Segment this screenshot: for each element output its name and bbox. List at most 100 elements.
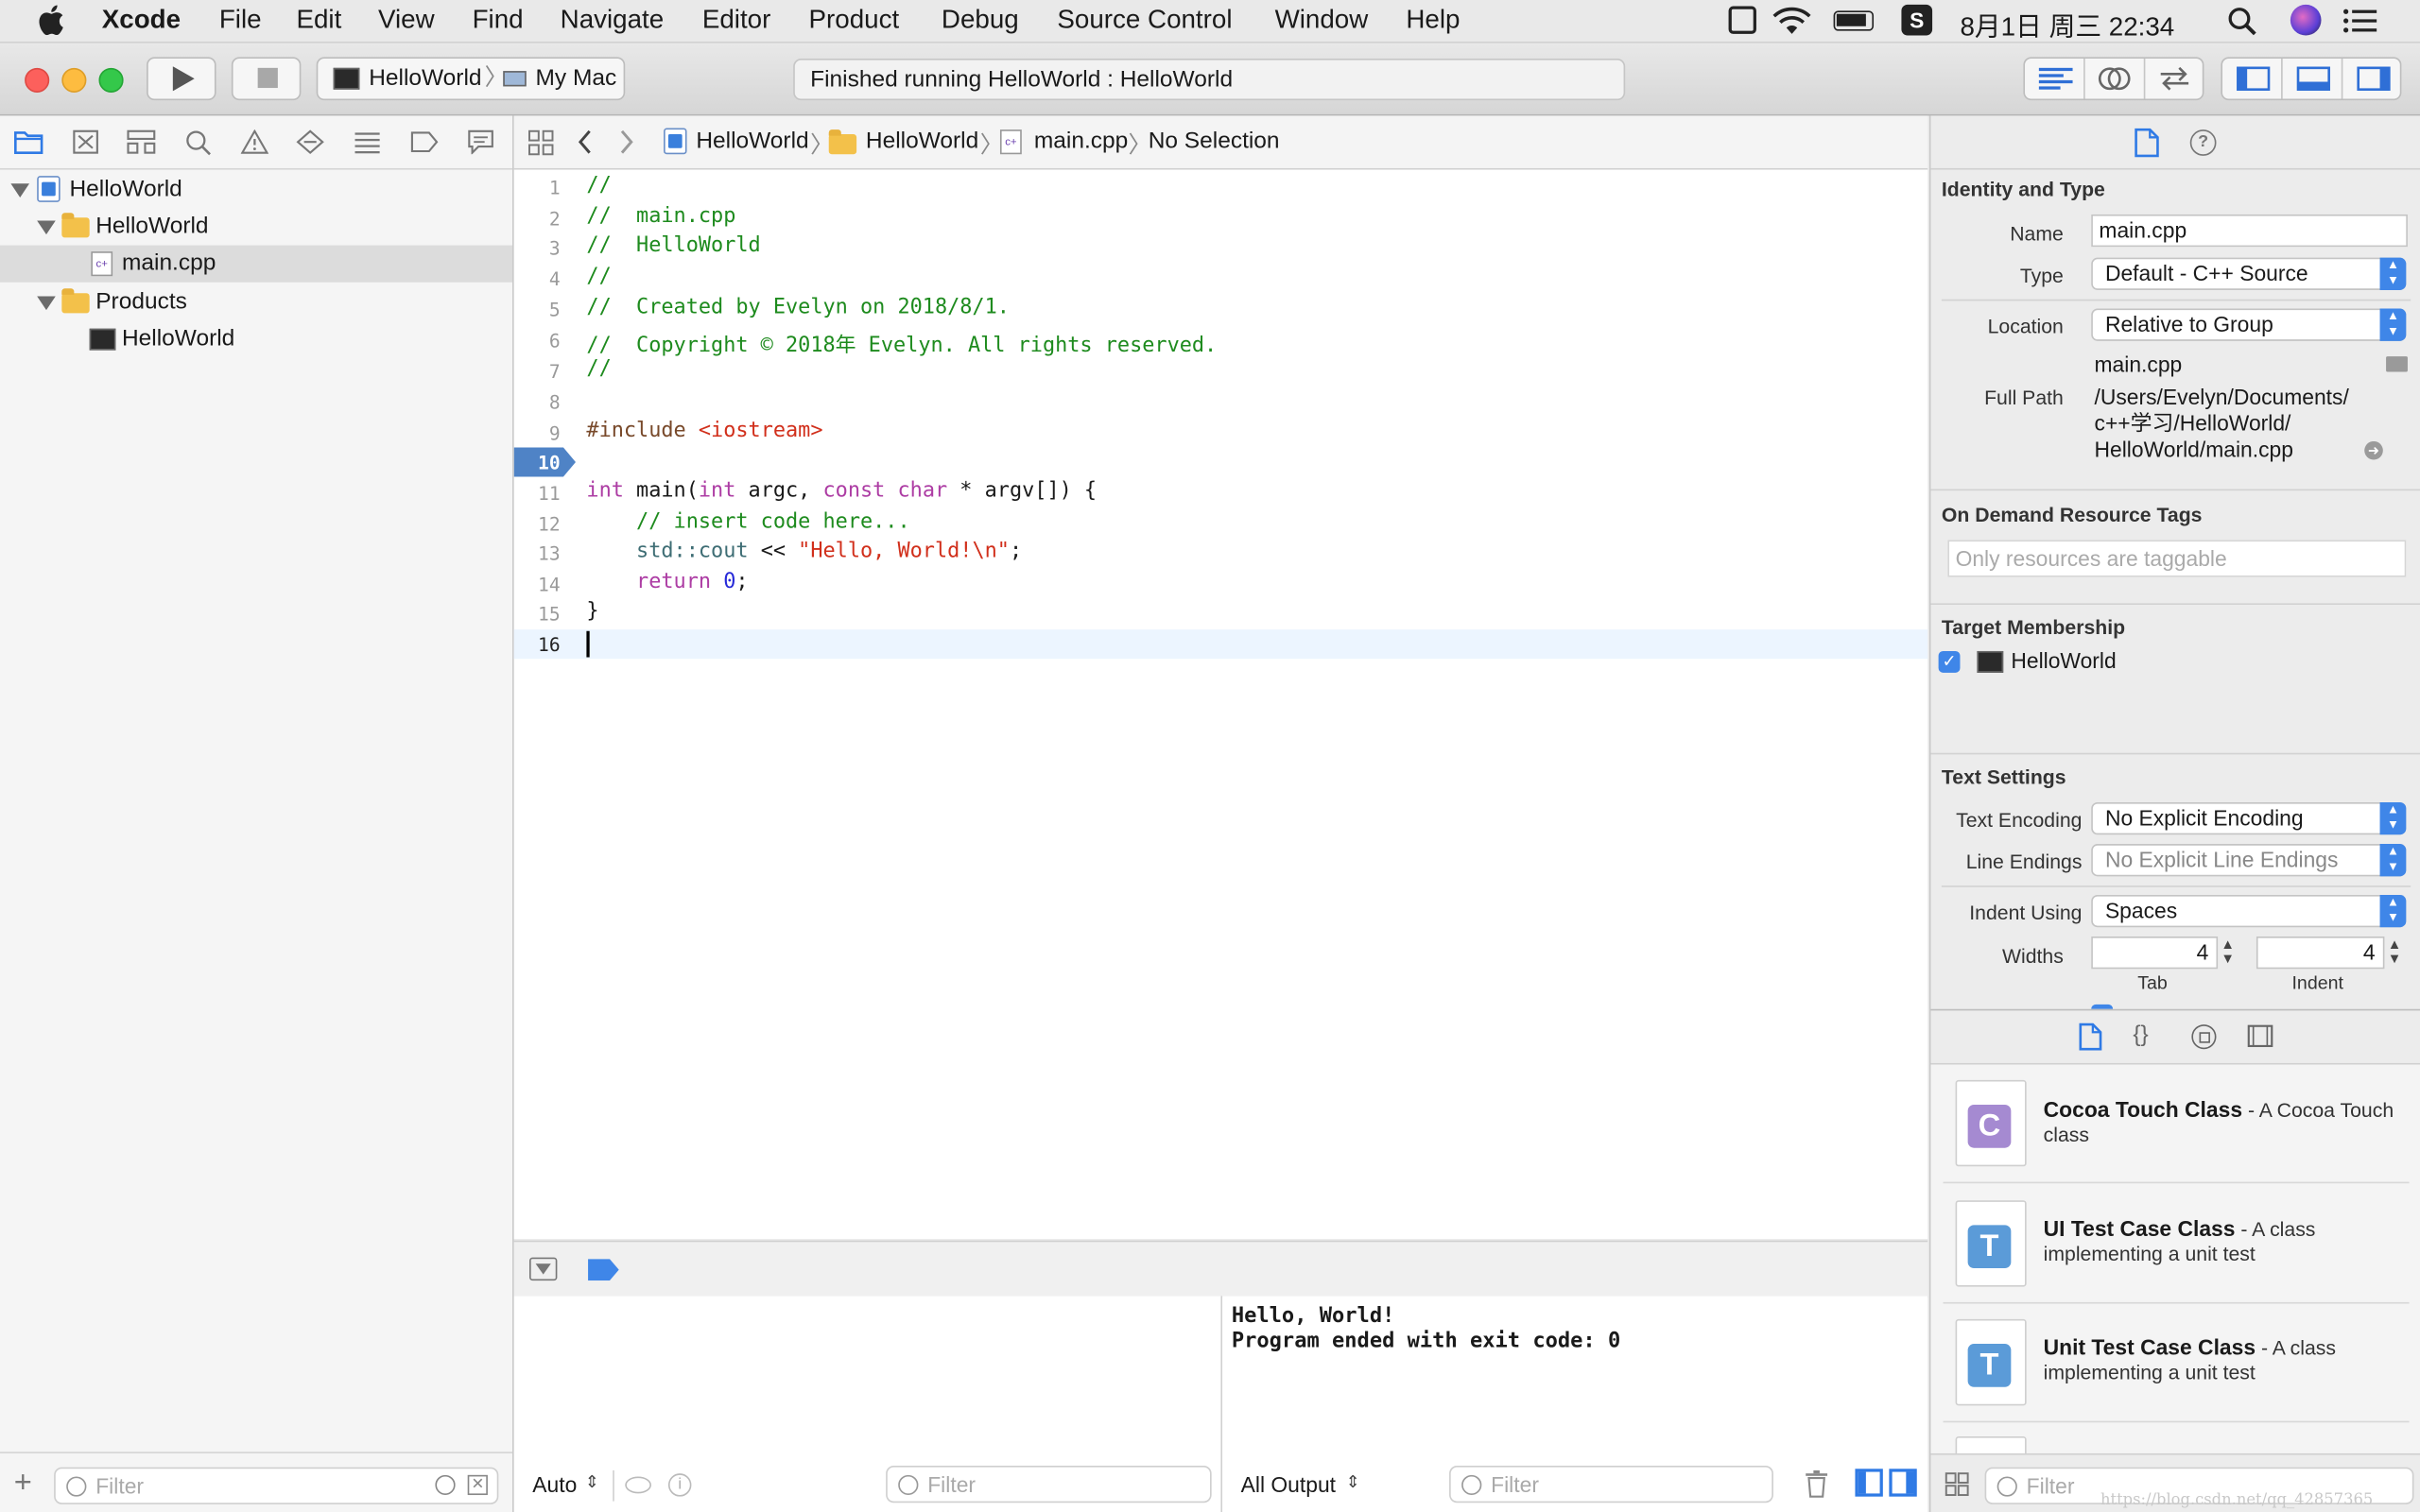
odr-tags-field[interactable]: Only resources are taggable [1947,540,2407,577]
text-encoding-popup[interactable]: No Explicit Encoding ▲ ▼ [2091,801,2407,835]
siri-icon[interactable] [2290,4,2322,36]
disclosure-triangle-icon[interactable] [37,220,56,235]
toggle-inspector-icon[interactable] [2357,66,2391,91]
menu-source-control[interactable]: Source Control [1057,5,1232,36]
test-navigator-icon[interactable] [296,129,324,155]
breakpoint-navigator-icon[interactable] [410,131,439,153]
menu-edit[interactable]: Edit [296,5,341,36]
navigator-filter-field[interactable]: Filter ✕ [54,1467,499,1504]
tree-row-product[interactable]: HelloWorld [0,321,512,358]
target-membership-checkbox[interactable]: ✓ [1938,650,1961,673]
menu-file[interactable]: File [219,5,262,36]
issue-navigator-icon[interactable] [240,129,269,154]
reveal-in-finder-icon[interactable]: ➜ [2364,440,2383,460]
symbol-navigator-icon[interactable] [127,129,156,154]
source-editor[interactable]: 10 1 2 3 4 5 6 7 8 9 11 12 13 14 15 16 /… [513,169,1928,1240]
debug-navigator-icon[interactable] [354,129,381,154]
variables-scope-popup[interactable]: Auto [532,1472,577,1497]
scheme-name[interactable]: HelloWorld [369,59,481,98]
menu-view[interactable]: View [378,5,435,36]
wifi-icon[interactable] [1772,7,1811,38]
toggle-debug-area-icon[interactable] [2296,66,2330,91]
file-template-library-icon[interactable] [2079,1022,2102,1051]
menu-window[interactable]: Window [1275,5,1369,36]
tree-row-products[interactable]: Products [0,284,512,320]
library-item-cocoa-touch-class[interactable]: C Cocoa Touch Class - A Cocoa Touch clas… [1930,1065,2420,1184]
split-view-left-icon[interactable] [1855,1469,1883,1497]
zoom-window-button[interactable] [98,67,124,93]
recent-files-icon[interactable] [435,1474,456,1496]
console-filter-field[interactable]: Filter [1449,1466,1773,1503]
project-navigator-icon[interactable] [14,129,43,154]
object-library-icon[interactable] [2191,1024,2217,1050]
notification-center-icon[interactable] [2342,8,2377,34]
apple-menu-icon[interactable] [37,3,68,37]
breadcrumb-project[interactable]: HelloWorld [696,129,808,155]
destination-name[interactable]: My Mac [536,59,617,98]
menu-clock[interactable]: 8月1日 周三 22:34 [1960,5,2174,43]
scm-filter-icon[interactable]: ✕ [467,1474,488,1496]
add-file-icon[interactable]: + [14,1468,32,1499]
menu-find[interactable]: Find [473,5,524,36]
breadcrumb-file[interactable]: main.cpp [1034,129,1128,155]
tree-row-group[interactable]: HelloWorld [0,208,512,245]
chevron-updown-icon[interactable]: ⇕ [585,1472,599,1492]
grid-view-icon[interactable] [1945,1472,1969,1497]
menu-product[interactable]: Product [809,5,900,36]
tree-row-file-selected[interactable]: c+ main.cpp [0,245,513,283]
menu-extra-s-icon[interactable]: S [1901,4,1933,36]
go-forward-icon[interactable] [619,129,634,154]
related-items-icon[interactable] [527,129,554,156]
run-button[interactable] [147,57,216,101]
tab-width-field[interactable]: 4 [2091,936,2219,970]
menu-app-name[interactable]: Xcode [102,5,181,36]
input-method-icon[interactable] [1728,6,1756,34]
file-type-popup[interactable]: Default - C++ Source ▲ ▼ [2091,257,2407,290]
trash-icon[interactable] [1805,1469,1829,1498]
choose-file-folder-icon[interactable] [2386,356,2408,372]
spotlight-search-icon[interactable] [2227,7,2258,38]
indent-using-popup[interactable]: Spaces ▲ ▼ [2091,894,2407,928]
menu-help[interactable]: Help [1406,5,1460,36]
hide-debug-area-icon[interactable] [529,1257,558,1281]
info-icon[interactable]: i [667,1473,692,1497]
library-item-ui-test-case-class[interactable]: T UI Test Case Class - A class implement… [1930,1185,2420,1304]
line-endings-popup[interactable]: No Explicit Line Endings ▲ ▼ [2091,844,2407,877]
stop-button[interactable] [231,57,302,101]
breadcrumb-symbol[interactable]: No Selection [1149,129,1280,155]
output-scope-popup[interactable]: All Output [1241,1472,1336,1497]
variables-filter-field[interactable]: Filter [886,1466,1212,1503]
standard-editor-icon[interactable] [2038,66,2073,91]
source-control-navigator-icon[interactable] [73,129,99,154]
minimize-window-button[interactable] [61,67,87,93]
quick-help-icon[interactable]: ? [2189,129,2217,156]
disclosure-triangle-icon[interactable] [10,183,30,198]
split-view-right-icon[interactable] [1889,1469,1917,1497]
library-item-unit-test-case-class[interactable]: T Unit Test Case Class - A class impleme… [1930,1304,2420,1423]
scheme-selector[interactable]: HelloWorld 〉 My Mac [316,57,626,101]
toggle-navigator-icon[interactable] [2237,66,2271,91]
menu-editor[interactable]: Editor [702,5,771,36]
breakpoints-toggle-icon[interactable] [588,1259,619,1281]
chevron-updown-icon[interactable]: ⇕ [1346,1472,1360,1492]
breadcrumb-group[interactable]: HelloWorld [866,129,978,155]
location-popup[interactable]: Relative to Group ▲ ▼ [2091,308,2407,341]
menu-debug[interactable]: Debug [942,5,1019,36]
quick-look-eye-icon[interactable] [625,1476,651,1494]
breakpoint-marker[interactable]: 10 [513,447,576,477]
assistant-editor-icon[interactable] [2098,65,2132,93]
tab-width-stepper[interactable]: ▲ ▼ [2221,937,2235,966]
console-view[interactable]: Hello, World! Program ended with exit co… [1222,1296,1928,1512]
battery-icon[interactable] [1833,10,1875,31]
file-name-field[interactable]: main.cpp [2091,214,2408,248]
code-snippet-library-icon[interactable]: {} [2133,1022,2148,1048]
find-navigator-icon[interactable] [185,129,212,156]
disclosure-triangle-icon[interactable] [37,296,56,311]
report-navigator-icon[interactable] [468,129,494,155]
tree-row-project[interactable]: HelloWorld [0,171,512,208]
file-inspector-icon[interactable] [2135,128,2159,158]
indent-width-stepper[interactable]: ▲ ▼ [2388,937,2402,966]
menu-navigate[interactable]: Navigate [561,5,665,36]
indent-width-field[interactable]: 4 [2256,936,2385,970]
version-editor-icon[interactable] [2157,66,2191,91]
